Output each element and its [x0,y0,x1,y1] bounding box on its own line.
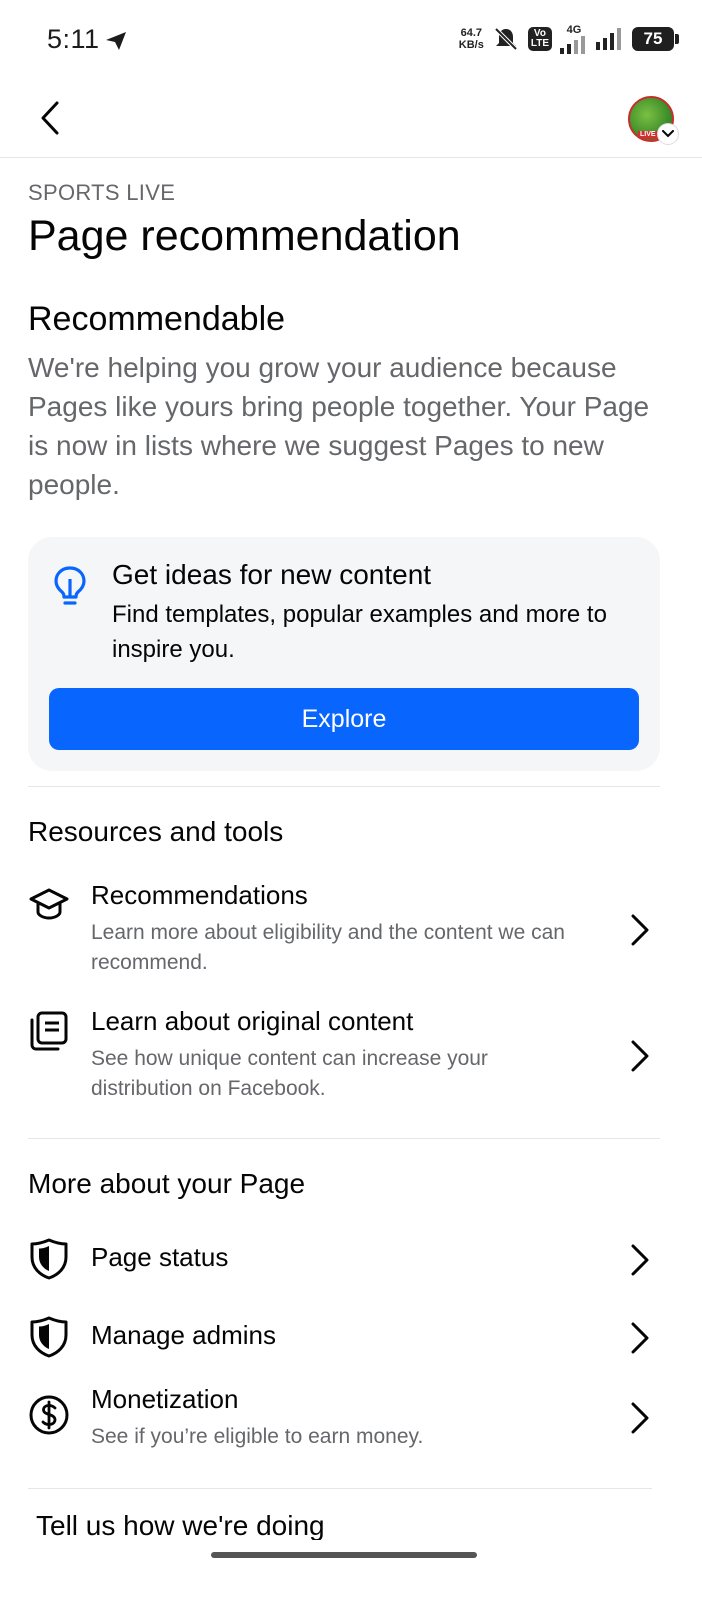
lightbulb-icon [54,566,86,605]
explore-button[interactable]: Explore [49,688,639,750]
original-content-subtitle: See how unique content can increase your… [91,1047,488,1100]
page-name-eyebrow: SPORTS LIVE [28,180,176,205]
more-about-heading: More about your Page [28,1168,306,1199]
page-status-row[interactable]: Page status [28,1236,660,1292]
shield-icon [30,1316,68,1358]
home-indicator[interactable] [211,1552,477,1558]
status-time: 5:11 [47,24,100,54]
page-status-title: Page status [91,1242,229,1272]
manage-admins-row[interactable]: Manage admins [28,1314,660,1370]
network-speed-unit: KB/s [458,39,484,51]
manage-admins-title: Manage admins [91,1320,276,1350]
chevron-right-icon [631,914,649,946]
recommendations-row[interactable]: Recommendations Learn more about eligibi… [28,878,660,984]
chevron-right-icon [631,1040,649,1072]
content-ideas-card: Get ideas for new content Find templates… [28,537,660,771]
original-content-title: Learn about original content [91,1006,414,1036]
network-speed: 64.7 KB/s [459,27,484,51]
signal-4g: 4G [560,23,588,54]
divider [28,1138,660,1139]
original-content-row[interactable]: Learn about original content See how uni… [28,1004,660,1110]
battery-icon: 75 [632,27,679,51]
status-icons: 64.7 KB/s Vo LTE 4G 75 [459,22,679,56]
page-title: Page recommendation [28,212,461,260]
feedback-heading: Tell us how we're doing [36,1510,325,1541]
monetization-title: Monetization [91,1384,239,1414]
signal-icon [596,28,621,50]
recommendation-status-description: We're helping you grow your audience bec… [28,352,650,500]
bottom-mask [0,1540,702,1600]
status-bar: 5:11 64.7 KB/s Vo LTE 4G 75 [0,0,702,84]
monetization-row[interactable]: Monetization See if you’re eligible to e… [28,1384,660,1464]
divider [28,1488,652,1489]
recommendation-status-heading: Recommendable [28,300,286,338]
resources-heading: Resources and tools [28,816,284,847]
shield-icon [30,1238,68,1280]
content-ideas-description: Find templates, popular examples and mor… [112,601,607,663]
network-speed-value: 64.7 [460,27,483,39]
monetization-subtitle: See if you’re eligible to earn money. [91,1425,424,1448]
content-ideas-title: Get ideas for new content [112,559,432,590]
chevron-right-icon [631,1244,649,1276]
bell-muted-icon [494,27,518,51]
avatar-live-badge: LIVE [638,131,658,139]
network-type: 4G [566,23,582,36]
page-avatar-switcher[interactable]: LIVE [628,96,678,144]
chevron-left-icon [41,101,59,135]
chevron-down-icon [658,124,678,144]
recommendations-title: Recommendations [91,880,308,910]
recommendations-subtitle: Learn more about eligibility and the con… [91,921,565,974]
chevron-right-icon [631,1322,649,1354]
volte-badge: Vo LTE [527,27,552,51]
telegram-send-icon [106,32,126,50]
top-nav: LIVE [0,84,702,158]
graduation-cap-icon [29,888,69,920]
chevron-right-icon [631,1402,649,1434]
divider [28,786,660,787]
back-button[interactable] [30,96,70,140]
signal-icon [560,35,585,54]
document-copy-icon [30,1011,68,1051]
dollar-circle-icon [29,1395,69,1435]
volte-bottom: LTE [530,38,549,49]
